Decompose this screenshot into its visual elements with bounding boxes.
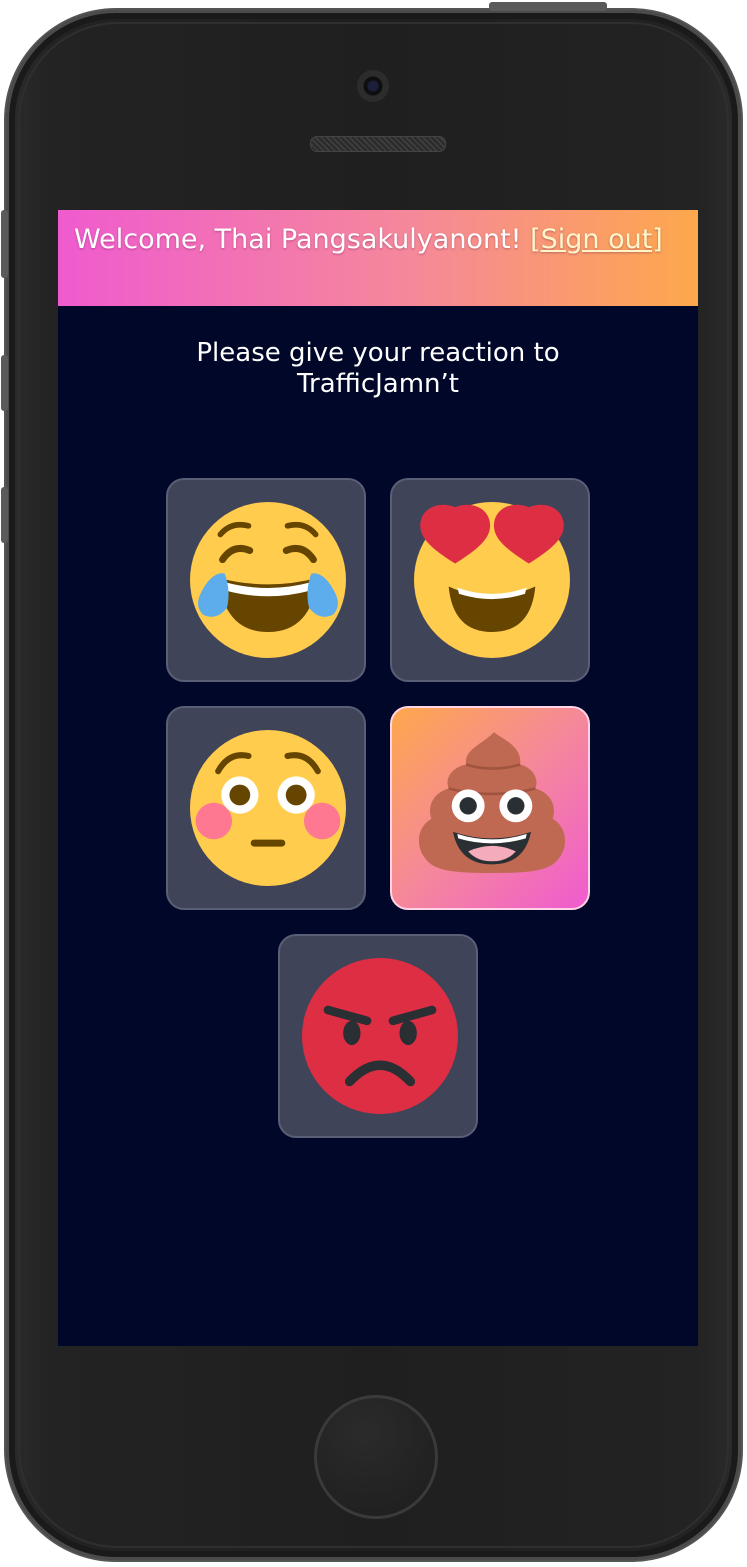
prompt-line-1: Please give your reaction to [196, 338, 560, 368]
reaction-button-heart-eyes[interactable] [390, 478, 590, 682]
home-button[interactable] [314, 1395, 438, 1519]
speaker-grille [310, 136, 446, 152]
angry-face-icon [302, 958, 458, 1114]
welcome-text: Welcome, Thai Pangsakulyanont! [74, 224, 531, 255]
flushed-face-icon [190, 730, 346, 886]
phone-mute-switch [1, 210, 8, 278]
reaction-button-tears-of-joy[interactable] [166, 478, 366, 682]
heart-eyes-face-icon [414, 502, 570, 658]
sign-out-link[interactable]: [Sign out] [530, 224, 663, 255]
welcome-banner: Welcome, Thai Pangsakulyanont! [Sign out… [58, 210, 698, 306]
reaction-prompt: Please give your reaction to TrafficJamn… [58, 338, 698, 400]
reaction-button-pile-of-poo[interactable] [390, 706, 590, 910]
prompt-line-2: TrafficJamn’t [297, 369, 459, 399]
phone-volume-down [1, 487, 8, 543]
pile-of-poo-icon [418, 732, 566, 873]
phone-top-button [489, 2, 607, 11]
reaction-button-flushed[interactable] [166, 706, 366, 910]
phone-volume-up [1, 355, 8, 411]
app-screen: Welcome, Thai Pangsakulyanont! [Sign out… [58, 210, 698, 1346]
reaction-button-angry[interactable] [278, 934, 478, 1138]
face-with-tears-of-joy-icon [190, 502, 346, 658]
camera-icon [357, 70, 389, 102]
